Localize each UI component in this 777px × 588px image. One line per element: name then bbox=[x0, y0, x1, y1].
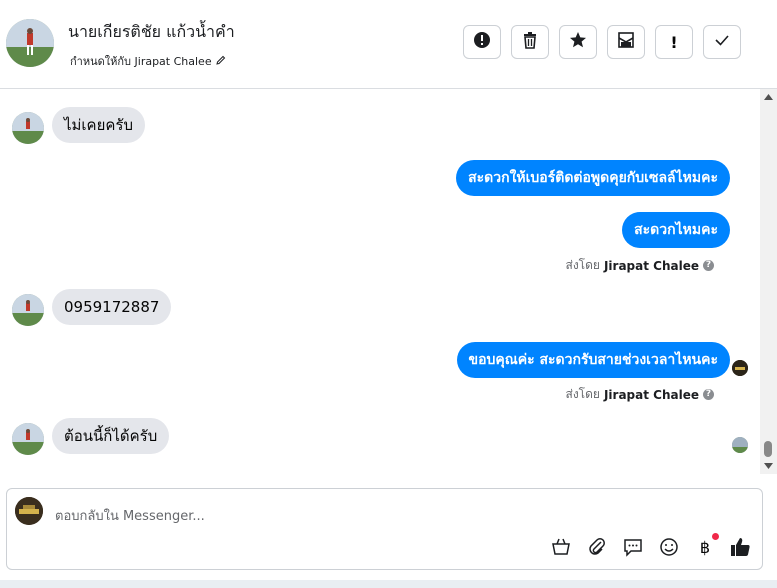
attachment-icon[interactable] bbox=[585, 535, 609, 559]
help-icon[interactable]: ? bbox=[703, 260, 714, 271]
scroll-up-icon[interactable] bbox=[764, 94, 773, 100]
exclamation-icon: ! bbox=[670, 32, 678, 52]
star-icon bbox=[569, 31, 587, 53]
outgoing-message: ขอบคุณค่ะ สะดวกรับสายช่วงเวลาไหนคะ bbox=[456, 342, 730, 378]
mark-unread-button[interactable] bbox=[607, 25, 645, 59]
outgoing-message: สะดวกให้เบอร์ติดต่อพูดคุยกับเซลล์ไหมคะ bbox=[456, 160, 730, 196]
page-avatar-seen bbox=[732, 360, 748, 376]
scroll-thumb[interactable] bbox=[764, 441, 772, 457]
follow-up-button[interactable]: ! bbox=[655, 25, 693, 59]
alert-circle-icon bbox=[473, 31, 491, 53]
contact-name: นายเกียรติชัย แก้วน้ำคำ bbox=[68, 22, 235, 41]
scroll-down-icon[interactable] bbox=[764, 463, 773, 469]
star-button[interactable] bbox=[559, 25, 597, 59]
mark-spam-button[interactable] bbox=[463, 25, 501, 59]
incoming-message: 0959172887 bbox=[52, 289, 172, 325]
pencil-icon[interactable] bbox=[215, 55, 226, 68]
sent-by-label: ส่งโดย Jirapat Chalee ? bbox=[566, 385, 714, 404]
message-input[interactable]: ตอบกลับใน Messenger... bbox=[55, 505, 205, 526]
assignment-row[interactable]: กำหนดให้กับ Jirapat Chalee bbox=[70, 52, 226, 70]
trash-icon bbox=[521, 31, 539, 53]
page-avatar bbox=[15, 497, 43, 525]
contact-avatar[interactable] bbox=[6, 19, 54, 67]
emoji-icon[interactable] bbox=[657, 535, 681, 559]
sent-by-label: ส่งโดย Jirapat Chalee ? bbox=[566, 256, 714, 275]
mark-done-button[interactable] bbox=[703, 25, 741, 59]
conversation-header: นายเกียรติชัย แก้วน้ำคำ กำหนดให้กับ Jira… bbox=[0, 0, 777, 89]
contact-avatar-small[interactable] bbox=[12, 423, 44, 455]
message-thread: ไม่เคยครับ สะดวกให้เบอร์ติดต่อพูดคุยกับเ… bbox=[0, 89, 760, 474]
notification-dot bbox=[712, 533, 719, 540]
incoming-message: ไม่เคยครับ bbox=[52, 107, 145, 143]
chat-scrollbar[interactable] bbox=[760, 89, 777, 474]
saved-replies-icon[interactable] bbox=[621, 535, 645, 559]
like-icon[interactable] bbox=[729, 535, 753, 559]
mark-unread-icon bbox=[617, 31, 635, 53]
incoming-message: ต้อนนี้ก็ได้ครับ bbox=[52, 418, 170, 454]
window-bottom-edge bbox=[0, 580, 777, 588]
help-icon[interactable]: ? bbox=[703, 389, 714, 400]
payment-icon[interactable]: ฿ bbox=[693, 533, 719, 559]
delete-button[interactable] bbox=[511, 25, 549, 59]
contact-avatar-small[interactable] bbox=[12, 294, 44, 326]
assigned-to-label: กำหนดให้กับ Jirapat Chalee bbox=[70, 55, 212, 68]
contact-avatar-small[interactable] bbox=[12, 112, 44, 144]
check-icon bbox=[713, 31, 731, 53]
shop-icon[interactable] bbox=[549, 535, 573, 559]
outgoing-message: สะดวกไหมคะ bbox=[622, 212, 730, 248]
seen-indicator-avatar bbox=[732, 437, 748, 453]
reply-composer[interactable]: ตอบกลับใน Messenger... ฿ bbox=[6, 488, 763, 570]
